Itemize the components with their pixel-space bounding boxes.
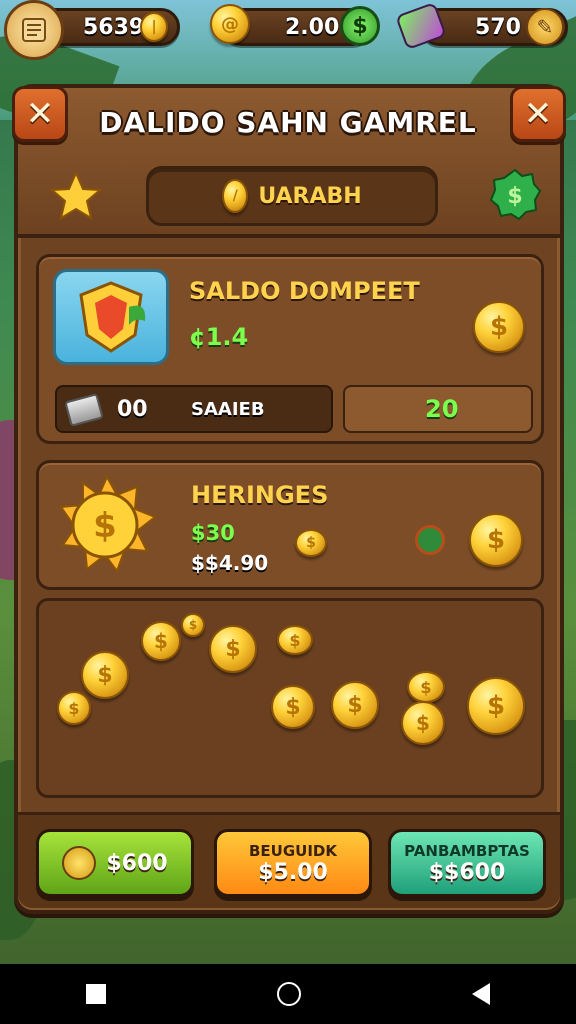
coin: $ — [401, 701, 445, 745]
coin: $ — [81, 651, 129, 699]
coin: $ — [271, 685, 315, 729]
coin-icon: $ — [295, 529, 327, 557]
buy-orange-button[interactable]: BEUGUIDK $5.00 — [214, 829, 372, 897]
scroll-icon — [4, 0, 64, 60]
button-bar: $600 BEUGUIDK $5.00 PANBAMBPTAS $$600 — [18, 812, 560, 908]
gem-value: 570 — [475, 15, 521, 40]
coin: $ — [181, 613, 205, 637]
coin: $ — [407, 671, 445, 703]
teal-button-price: $$600 — [428, 859, 506, 885]
top-hud: 5639 | 2.00 @ $ 570 ✎ — [0, 0, 576, 60]
system-navigation-bar — [0, 964, 576, 1024]
card-title: SALDO DOMPEET — [189, 277, 420, 305]
orange-button-title: BEUGUIDK — [248, 841, 337, 860]
teal-button-title: PANBAMBPTAS — [404, 841, 530, 860]
earnings-line-2: $$4.90 — [191, 551, 269, 575]
scroll-value: 5639 — [83, 15, 145, 40]
earnings-card: $ HERINGES $30 $$4.90 $ $ — [36, 460, 544, 590]
coin: $ — [467, 677, 525, 735]
cash-value: 2.00 — [285, 15, 340, 40]
back-triangle-icon[interactable] — [472, 983, 491, 1005]
green-badge-icon — [415, 525, 445, 555]
panel-header: ✕ DALIDO SAHN GAMREL ✕ / UARABH $ — [12, 86, 566, 238]
close-button-right[interactable]: ✕ — [510, 86, 566, 142]
search-field[interactable]: / UARABH — [146, 166, 438, 226]
buy-green-button[interactable]: $600 — [36, 829, 194, 897]
svg-text:$: $ — [507, 184, 522, 209]
reward-field[interactable]: 20 — [343, 385, 533, 433]
star-icon[interactable] — [49, 170, 103, 222]
coin-icon: $ — [469, 513, 523, 567]
balance-card: SALDO DOMPEET ¢1.4 $ 00 SAAIEB 20 — [36, 254, 544, 444]
earnings-line-1: $30 — [191, 521, 235, 545]
coin: $ — [209, 625, 257, 673]
main-panel: ✕ DALIDO SAHN GAMREL ✕ / UARABH $ SALDO … — [12, 84, 566, 914]
shield-emblem-icon — [53, 269, 169, 365]
settings-icon[interactable]: ✎ — [526, 8, 564, 46]
coin-icon: | — [140, 12, 168, 42]
ticket-icon — [64, 393, 104, 427]
coin: $ — [331, 681, 379, 729]
close-icon: ✕ — [523, 94, 553, 134]
coin: $ — [277, 625, 313, 655]
balance-value: ¢1.4 — [189, 323, 249, 351]
card-title: HERINGES — [191, 481, 329, 509]
svg-text:$: $ — [93, 506, 117, 546]
dollar-icon[interactable]: $ — [340, 6, 380, 46]
coin: $ — [141, 621, 181, 661]
coin-bag-icon — [62, 846, 97, 880]
ticket-label: SAAIEB — [191, 399, 265, 420]
ticket-count: 00 — [117, 397, 148, 422]
dollar-badge-icon[interactable]: $ — [488, 168, 542, 222]
coin: $ — [57, 691, 91, 725]
search-label: UARABH — [258, 183, 362, 209]
ticket-row[interactable]: 00 SAAIEB — [55, 385, 333, 433]
orange-button-price: $5.00 — [258, 859, 328, 885]
sun-coin-icon: $ — [57, 474, 157, 575]
home-circle-icon[interactable] — [276, 982, 301, 1006]
close-button-left[interactable]: ✕ — [12, 86, 68, 142]
coin-icon: @ — [210, 4, 250, 44]
coin-icon: $ — [473, 301, 525, 353]
close-icon: ✕ — [25, 94, 55, 134]
green-button-label: $600 — [106, 850, 168, 876]
recents-square-icon[interactable] — [85, 984, 106, 1004]
panel-title: DALIDO SAHN GAMREL — [99, 106, 477, 139]
reward-value: 20 — [425, 395, 459, 423]
coin-pile-area: $ $ $ $ $ $ $ $ $ $ $ — [36, 598, 544, 798]
buy-teal-button[interactable]: PANBAMBPTAS $$600 — [388, 829, 546, 897]
coin-icon: / — [222, 179, 249, 213]
